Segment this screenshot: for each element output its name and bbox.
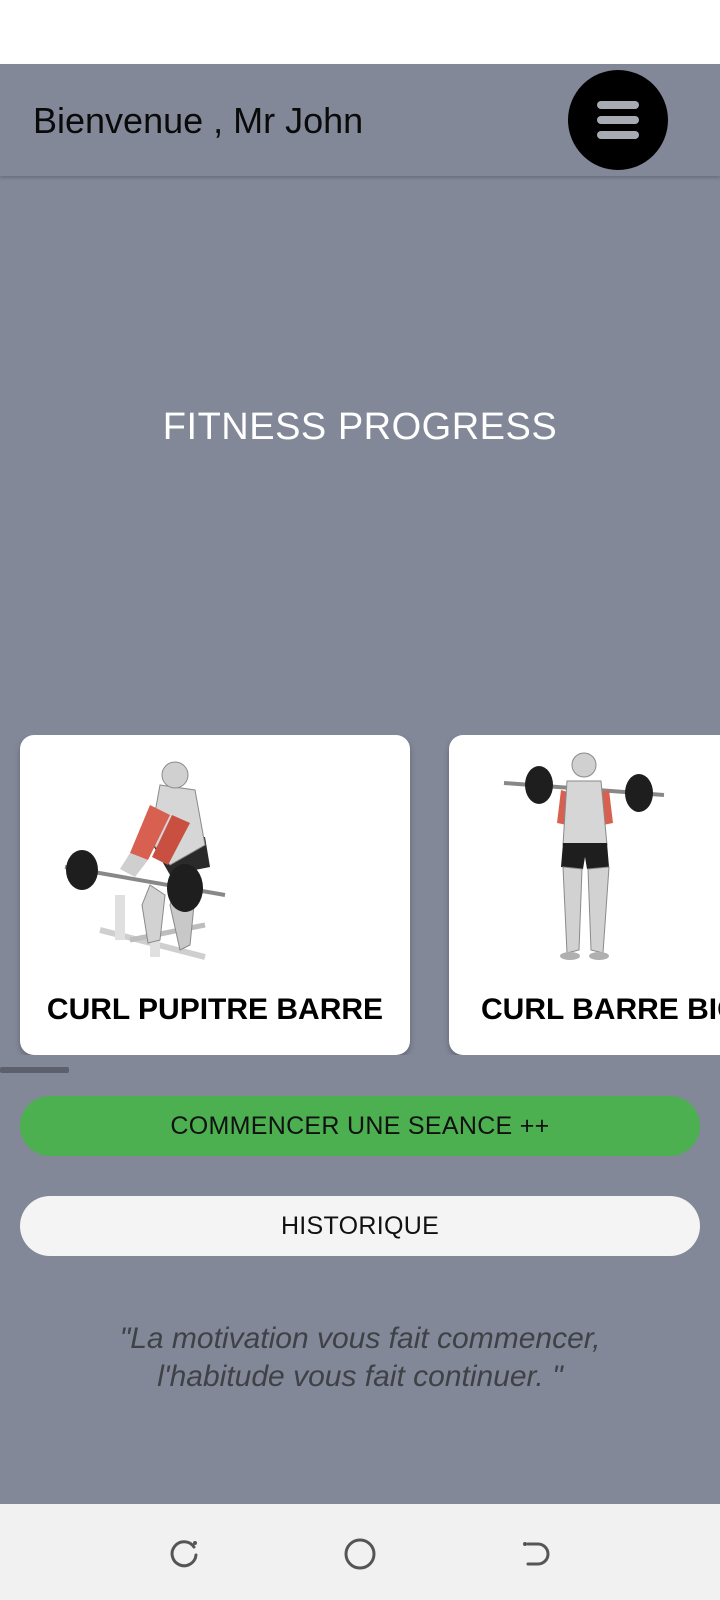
status-bar — [0, 0, 720, 64]
motivation-quote: "La motivation vous fait commencer, l'ha… — [60, 1320, 660, 1396]
back-icon[interactable] — [516, 1534, 556, 1574]
exercise-title: CURL PUPITRE BARRE — [46, 993, 384, 1026]
exercise-card[interactable]: CURL PUPITRE BARRE — [20, 735, 410, 1055]
standing-barbell-curl-illustration — [503, 752, 665, 960]
exercise-carousel[interactable]: CURL PUPITRE BARRE CURL BARRE BIC — [0, 735, 720, 1055]
exercise-card[interactable]: CURL BARRE BIC — [449, 735, 720, 1055]
exercise-title: CURL BARRE BIC — [481, 993, 720, 1026]
start-session-button[interactable]: COMMENCER UNE SEANCE ++ — [20, 1096, 700, 1156]
quote-line: "La motivation vous fait commencer, — [119, 1322, 601, 1355]
app-screen: Bienvenue , Mr John FITNESS PROGRESS CUR… — [0, 0, 720, 1600]
hamburger-menu-icon — [597, 101, 639, 139]
system-nav-bar — [0, 1504, 720, 1600]
home-icon[interactable] — [340, 1534, 380, 1574]
history-button[interactable]: HISTORIQUE — [20, 1196, 700, 1256]
app-title: FITNESS PROGRESS — [162, 406, 558, 448]
carousel-scroll-indicator — [0, 1067, 69, 1073]
preacher-curl-illustration — [64, 761, 226, 960]
greeting-text: Bienvenue , Mr John — [33, 100, 364, 141]
menu-button[interactable] — [568, 70, 668, 170]
app-header: Bienvenue , Mr John — [0, 64, 720, 176]
quote-line: l'habitude vous fait continuer. " — [157, 1360, 563, 1393]
recent-apps-icon[interactable] — [164, 1534, 204, 1574]
